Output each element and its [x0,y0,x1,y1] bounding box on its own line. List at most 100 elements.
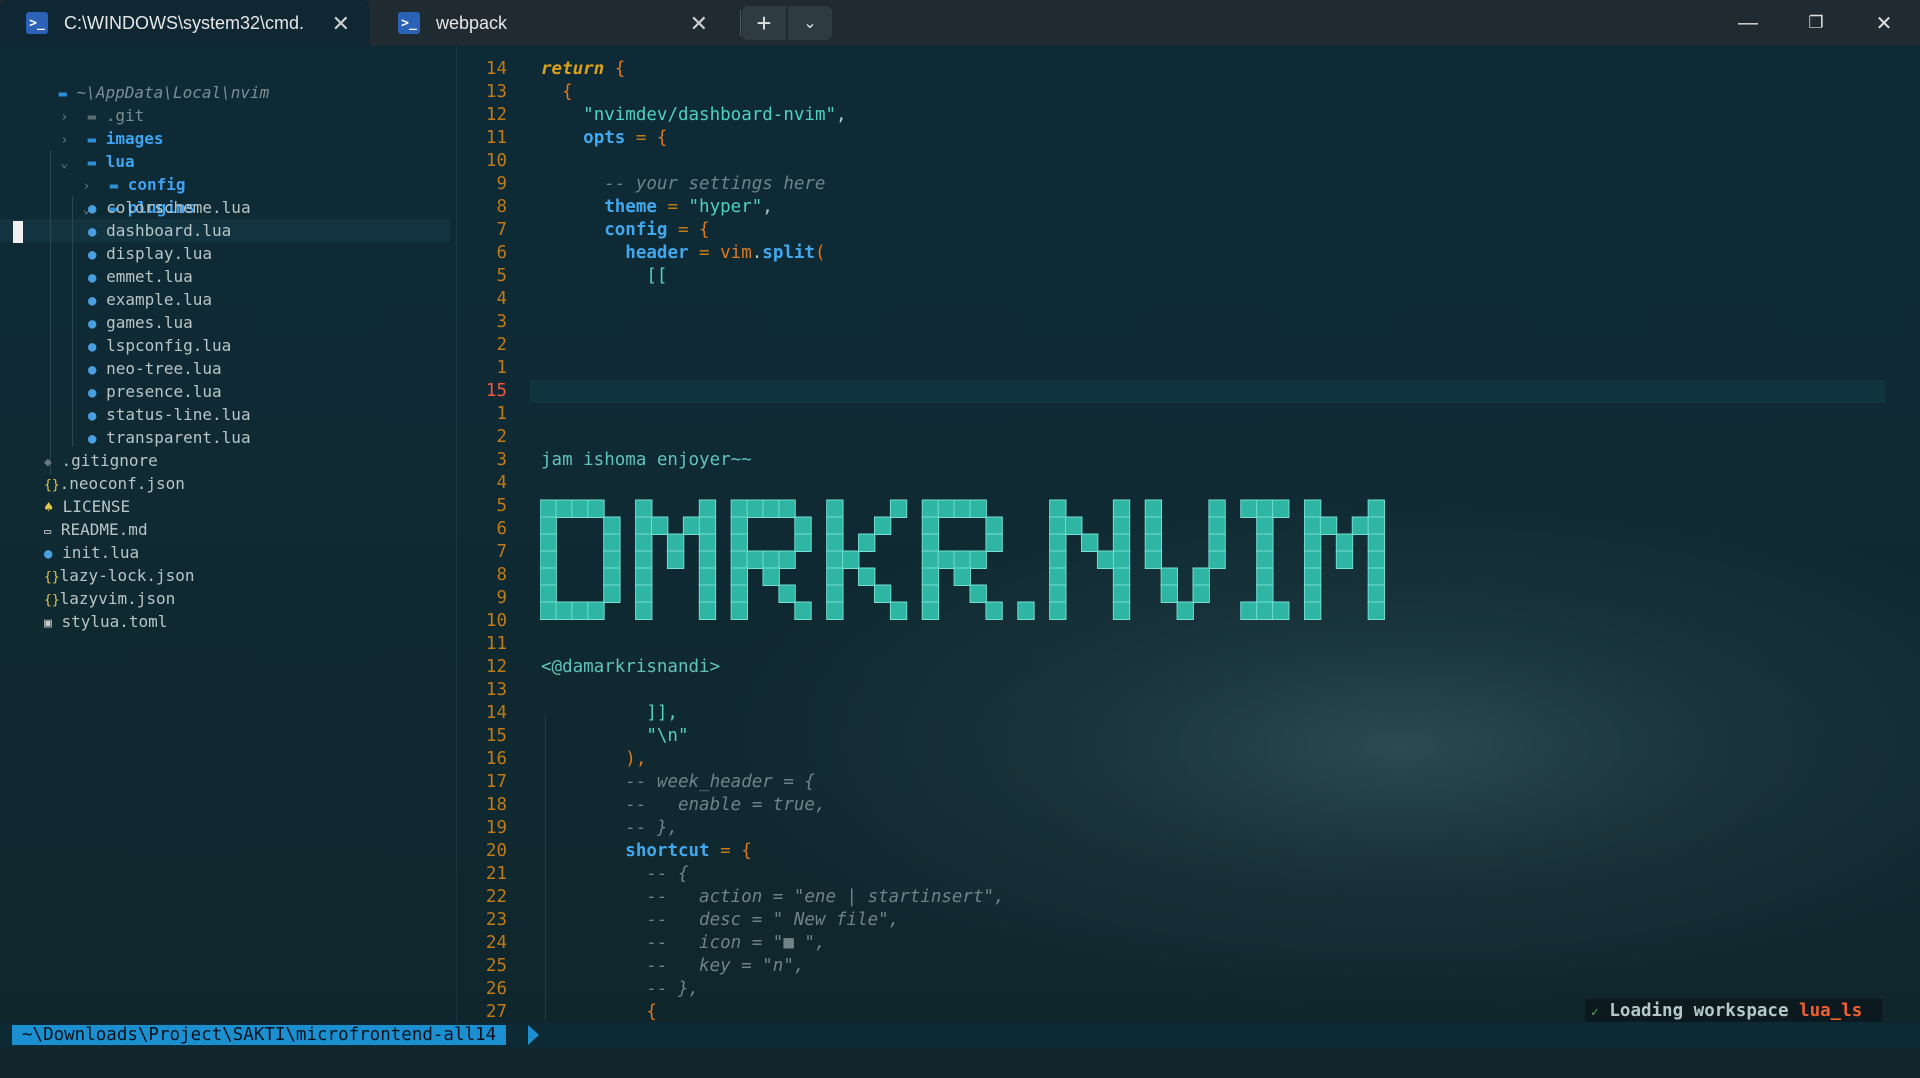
banner-pixel [746,550,764,569]
lua-file-icon: ● [88,316,97,332]
tree-item[interactable]: ♠ LICENSE [44,495,130,518]
banner-pixel [858,567,876,586]
tree-item[interactable]: ● transparent.lua [88,426,251,449]
tree-item[interactable]: › ▬ .git [22,81,145,125]
banner-pixel [858,533,876,552]
banner-pixel [1367,499,1386,518]
banner-pixel [603,533,621,552]
line-number: 3 [496,450,507,470]
banner-pixel [1192,567,1210,586]
code-line: -- }, [625,818,678,838]
banner-pixel [1144,533,1163,552]
banner-pixel [635,499,653,518]
banner-pixel [635,601,653,620]
code-line: -- action = "ene | startinsert", [646,887,1005,907]
tab-dropdown-button[interactable]: ⌄ [788,6,832,40]
line-number: 11 [485,634,507,654]
tree-item[interactable]: ● games.lua [88,311,193,334]
banner-pixel [1256,516,1274,535]
tree-item[interactable]: ● status-line.lua [88,403,251,426]
code-line: { [562,82,573,102]
banner-pixel [635,516,653,535]
banner-pixel [1192,584,1210,603]
code-line: -- icon = "■ ", [646,933,826,953]
restore-button[interactable]: ❐ [1786,0,1846,46]
banner-pixel [1272,499,1290,518]
tree-item[interactable]: ● emmet.lua [88,265,193,288]
code-line: "\n" [646,726,689,746]
line-number: 4 [496,289,507,309]
tree-item[interactable]: › ▬ config [44,150,186,194]
banner-pixel [746,499,764,518]
banner-pixel [635,550,653,569]
line-number: 18 [485,795,507,815]
banner-pixel [603,516,621,535]
tree-item[interactable]: ⌄ ▬ lua [22,127,135,171]
line-number: 9 [496,174,507,194]
new-tab-button[interactable]: + [742,6,786,40]
banner-pixel [698,550,717,569]
banner-pixel [555,601,573,620]
tab-cmd[interactable]: >_ C:\WINDOWS\system32\cmd. ✕ [0,0,370,46]
banner-pixel [555,499,573,518]
tree-item[interactable]: {}lazyvim.json [44,587,175,610]
tree-item[interactable]: ● lspconfig.lua [88,334,231,357]
tree-item[interactable]: ▭ README.md [44,518,148,541]
line-number: 26 [485,979,507,999]
banner-pixel [1208,550,1226,569]
tree-item[interactable]: ● example.lua [88,288,212,311]
line-number: 13 [485,680,507,700]
line-number: 2 [496,335,507,355]
banner-pixel [937,550,956,569]
line-number: 5 [496,496,507,516]
banner-pixel [587,499,605,518]
banner-pixel [730,584,748,603]
line-number: 2 [496,427,507,447]
cursor-line [530,380,1885,403]
tree-item[interactable]: ⌄ ▬ plugins [44,173,196,217]
tree-item[interactable]: ● colorscheme.lua [88,196,251,219]
line-number: 14 [485,703,507,723]
tree-item[interactable]: ● neo-tree.lua [88,357,222,380]
banner-pixel [762,550,780,569]
code-line: -- desc = " New file", [646,910,900,930]
banner-pixel [953,499,971,518]
tab-title: C:\WINDOWS\system32\cmd. [64,12,305,33]
tree-item[interactable]: ● presence.lua [88,380,222,403]
line-number: 7 [496,220,507,240]
line-number: 5 [496,266,507,286]
line-number: 17 [485,772,507,792]
tree-item[interactable]: ◆ .gitignore [44,449,158,472]
lua-file-icon: ● [44,546,53,562]
banner-pixel [1367,533,1386,552]
tree-item[interactable]: ● init.lua [44,541,139,564]
banner-pixel [1303,499,1322,518]
tree-item[interactable]: {}lazy-lock.json [44,564,195,587]
banner-pixel [1367,584,1386,603]
banner-pixel [937,499,956,518]
lua-file-icon: ● [88,431,97,447]
tree-item[interactable]: ▣ stylua.toml [44,610,167,633]
line-number: 6 [496,243,507,263]
close-window-button[interactable]: ✕ [1854,0,1914,46]
line-number: 24 [485,933,507,953]
banner-pixel [635,584,653,603]
code-line: -- }, [646,979,700,999]
banner-pixel [1351,516,1370,535]
line-number: 16 [485,749,507,769]
minimize-button[interactable]: ― [1718,0,1778,46]
tree-item[interactable]: {}.neoconf.json [44,472,185,495]
tree-item[interactable]: ● dashboard.lua [88,219,231,242]
lua-file-icon: ● [88,385,97,401]
tree-item[interactable]: ● display.lua [88,242,212,265]
close-tab-icon[interactable]: ✕ [332,11,350,37]
close-tab-icon[interactable]: ✕ [690,11,708,37]
tree-root[interactable]: ▬ ~\AppData\Local\nvim [20,58,270,102]
banner-pixel [1335,550,1354,569]
code-line: { [646,1002,657,1022]
banner-pixel [666,533,685,552]
powerline-separator [528,1025,539,1045]
tab-webpack[interactable]: >_ webpack ✕ [372,0,728,46]
banner-pixel [953,567,971,586]
tree-item[interactable]: › ▬ images [22,104,164,148]
